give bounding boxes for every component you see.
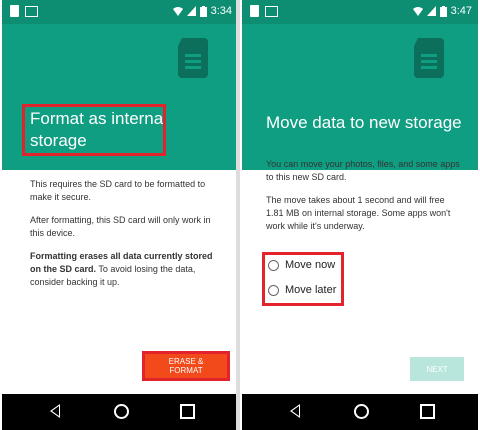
- page-title: Move data to new storage: [266, 113, 462, 132]
- navigation-bar: [242, 394, 478, 430]
- status-bar: 3:34: [2, 0, 238, 24]
- sd-card-icon: [414, 38, 444, 78]
- signal-icon: [426, 6, 436, 16]
- description: You can move your photos, files, and som…: [266, 158, 462, 243]
- battery-icon: [439, 5, 447, 17]
- option-move-now[interactable]: Move now: [268, 259, 335, 271]
- back-icon[interactable]: [290, 404, 300, 418]
- sd-card-icon: [178, 38, 208, 78]
- recents-icon[interactable]: [420, 404, 435, 419]
- status-system: 3:47: [412, 5, 472, 17]
- paragraph-1: You can move your photos, files, and som…: [266, 159, 460, 182]
- battery-icon: [199, 5, 207, 17]
- description: This requires the SD card to be formatte…: [30, 178, 222, 299]
- radio-unchecked-icon[interactable]: [268, 284, 279, 296]
- back-icon[interactable]: [50, 404, 60, 418]
- option-label: Move now: [285, 259, 336, 271]
- next-button[interactable]: NEXT: [410, 357, 464, 381]
- wifi-icon: [412, 7, 423, 16]
- left-phone-screen: 3:34 Format as internal storage This req…: [2, 0, 238, 430]
- paragraph-2: After formatting, this SD card will only…: [30, 215, 211, 238]
- notification-icon: [250, 5, 259, 17]
- home-icon[interactable]: [354, 404, 369, 419]
- paragraph-2: The move takes about 1 second and will f…: [266, 195, 451, 231]
- wifi-icon: [172, 7, 183, 16]
- recents-icon[interactable]: [180, 404, 195, 419]
- gmail-icon: [25, 5, 38, 17]
- highlight-box-title: [22, 104, 166, 156]
- navigation-bar: [2, 394, 238, 430]
- home-icon[interactable]: [114, 404, 129, 419]
- signal-icon: [186, 6, 196, 16]
- status-system: 3:34: [172, 5, 232, 17]
- radio-unchecked-icon[interactable]: [268, 259, 279, 271]
- option-label: Move later: [285, 284, 337, 296]
- header: Move data to new storage: [242, 24, 478, 170]
- paragraph-1: This requires the SD card to be formatte…: [30, 179, 206, 202]
- erase-format-button[interactable]: ERASE & FORMAT: [142, 351, 230, 381]
- option-move-later[interactable]: Move later: [268, 284, 336, 296]
- right-phone-screen: 3:47 Move data to new storage You can mo…: [242, 0, 478, 430]
- clock: 3:34: [210, 5, 232, 17]
- paragraph-3: Formatting erases all data currently sto…: [30, 250, 222, 289]
- status-notifications: [10, 5, 38, 17]
- notification-icon: [10, 5, 19, 17]
- divider: [236, 0, 240, 430]
- status-bar: 3:47: [242, 0, 478, 24]
- status-notifications: [250, 5, 278, 17]
- gmail-icon: [265, 5, 278, 17]
- clock: 3:47: [450, 5, 472, 17]
